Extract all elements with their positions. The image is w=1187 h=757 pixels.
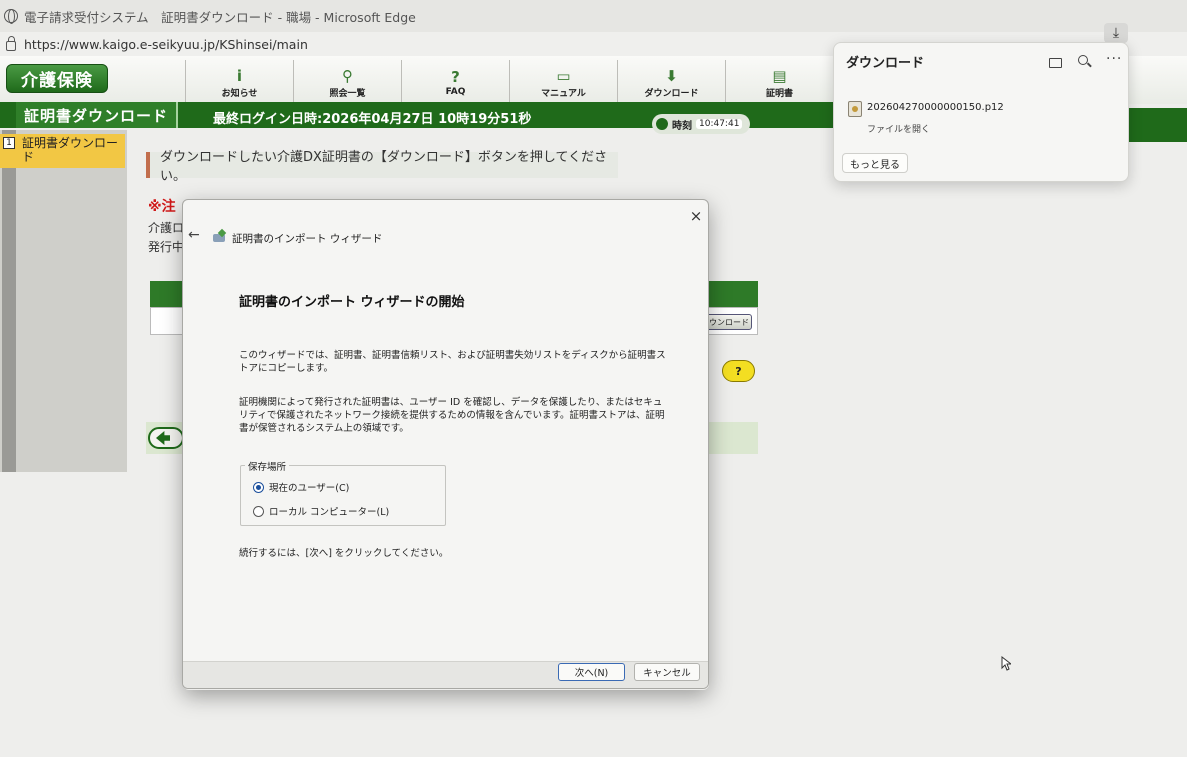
green-title-band-tail — [1128, 108, 1187, 142]
notice-line: 介護ロ — [148, 221, 185, 235]
info-icon: i — [236, 66, 243, 85]
nav-label: お知らせ — [221, 88, 258, 99]
page-title: 証明書ダウンロード — [16, 102, 178, 128]
nav-item-certificate[interactable]: ▤ 証明書 — [725, 60, 833, 104]
last-login: 最終ログイン日時:2026年04月27日 10時19分51秒 — [213, 112, 532, 127]
sidebar — [0, 130, 127, 472]
site-logo-button[interactable]: 介護保険 — [6, 64, 108, 93]
dialog-footer — [183, 661, 708, 688]
downloads-flyout: ダウンロード ··· 202604270000000150.p12 ファイルを開… — [833, 42, 1129, 182]
cancel-button[interactable]: キャンセル — [634, 663, 700, 681]
sidebar-item-label: 証明書ダウンロード — [22, 136, 119, 164]
search-icon: ⚲ — [342, 66, 353, 85]
radio-local-machine[interactable]: ローカル コンピューター(L) — [253, 504, 389, 518]
wizard-title: 証明書のインポート ウィザード — [232, 233, 383, 245]
download-arrow-icon: ⤓ — [1112, 25, 1120, 41]
sidebar-stripe — [2, 130, 16, 472]
clock: 時刻 10:47:41 — [652, 114, 750, 134]
search-icon[interactable] — [1078, 55, 1088, 65]
main-nav: i お知らせ ⚲ 照会一覧 ? FAQ ▭ マニュアル ⬇ ダウンロード ▤ 証… — [185, 60, 833, 104]
certificate-wizard-icon — [213, 230, 227, 244]
back-arrow-icon[interactable]: ← — [188, 227, 200, 243]
downloads-toolbar-button[interactable]: ⤓ — [1104, 23, 1128, 43]
open-file-link[interactable]: ファイルを開く — [867, 122, 930, 135]
nav-label: マニュアル — [541, 88, 586, 99]
nav-label: FAQ — [445, 87, 466, 97]
nav-label: ダウンロード — [644, 88, 699, 99]
clock-time: 10:47:41 — [696, 119, 743, 129]
store-location-legend: 保存場所 — [245, 459, 290, 473]
lock-icon — [6, 36, 16, 51]
nav-label: 証明書 — [765, 88, 793, 99]
notice-line: 発行中 — [148, 240, 185, 254]
close-icon[interactable]: × — [688, 208, 704, 224]
downloads-title: ダウンロード — [846, 56, 925, 71]
radio-label[interactable]: ローカル コンピューター(L) — [269, 504, 389, 518]
nav-item-faq[interactable]: ? FAQ — [401, 60, 509, 104]
folder-icon[interactable] — [1049, 58, 1062, 68]
window-title: 電子請求受付システム 証明書ダウンロード - 職場 - Microsoft Ed… — [24, 9, 416, 25]
download-icon: ⬇ — [665, 66, 678, 85]
sidebar-item-number: 1 — [3, 137, 15, 149]
nav-item-manual[interactable]: ▭ マニュアル — [509, 60, 617, 104]
more-options-icon[interactable]: ··· — [1106, 51, 1121, 67]
certificate-file-icon — [848, 101, 862, 117]
next-button[interactable]: 次へ(N) — [558, 663, 625, 681]
radio-button-selected[interactable] — [253, 481, 264, 493]
instruction-banner: ダウンロードしたい介護DX証明書の【ダウンロード】ボタンを押してください。 — [146, 150, 618, 184]
browser-title-bar: 電子請求受付システム 証明書ダウンロード - 職場 - Microsoft Ed… — [0, 0, 1187, 32]
radio-button[interactable] — [253, 505, 264, 517]
see-more-button[interactable]: もっと見る — [842, 153, 908, 173]
certificate-icon: ▤ — [772, 66, 787, 85]
import-wizard-dialog: × ← 証明書のインポート ウィザード 証明書のインポート ウィザードの開始 こ… — [182, 199, 709, 689]
notice-heading: ※注 — [148, 199, 176, 215]
wizard-description: 証明機関によって発行された証明書は、ユーザー ID を確認し、データを保護したり… — [239, 397, 665, 434]
globe-icon — [4, 9, 18, 24]
mouse-cursor-icon — [1001, 656, 1011, 671]
faq-icon: ? — [451, 68, 460, 86]
download-file-name[interactable]: 202604270000000150.p12 — [867, 102, 1004, 113]
radio-current-user[interactable]: 現在のユーザー(C) — [253, 480, 349, 494]
sidebar-item-certificate-download[interactable]: 1 証明書ダウンロード — [0, 134, 125, 168]
clock-label: 時刻 — [672, 120, 692, 132]
nav-item-inquiry-list[interactable]: ⚲ 照会一覧 — [293, 60, 401, 104]
nav-item-notice[interactable]: i お知らせ — [185, 60, 293, 104]
book-icon: ▭ — [556, 66, 571, 85]
url-text[interactable]: https://www.kaigo.e-seikyuu.jp/KShinsei/… — [24, 37, 308, 52]
radio-label[interactable]: 現在のユーザー(C) — [269, 480, 349, 494]
continue-instruction: 続行するには、[次へ] をクリックしてください。 — [239, 548, 449, 559]
nav-item-download[interactable]: ⬇ ダウンロード — [617, 60, 725, 104]
wizard-heading: 証明書のインポート ウィザードの開始 — [239, 295, 465, 310]
wizard-description: このウィザードでは、証明書、証明書信頼リスト、および証明書失効リストをディスクか… — [239, 350, 666, 374]
nav-label: 照会一覧 — [329, 88, 366, 99]
row-download-button[interactable]: ウンロード — [706, 314, 752, 330]
back-arrow-button[interactable] — [148, 427, 184, 449]
help-button[interactable]: ? — [722, 360, 755, 382]
clock-icon — [656, 118, 668, 130]
